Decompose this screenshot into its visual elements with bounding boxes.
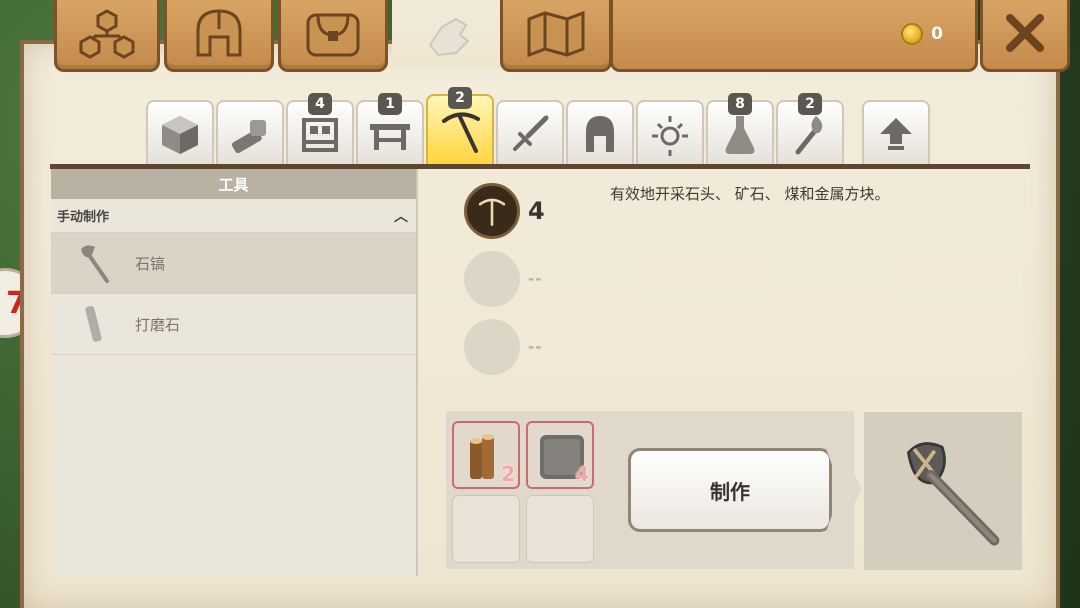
recipe-item-stone-pickaxe[interactable]: 石镐: [51, 233, 416, 294]
category-magic[interactable]: [636, 100, 704, 166]
helmet-icon: [586, 116, 614, 152]
category-badge: 8: [728, 93, 752, 115]
stat-value: 4: [528, 197, 545, 225]
recipe-name: 打磨石: [135, 315, 181, 334]
stat-empty: --: [464, 319, 542, 375]
stat-value: --: [528, 338, 543, 356]
workbench-icon: [370, 124, 410, 150]
tab-skill-tree[interactable]: [54, 0, 160, 72]
category-badge: 2: [798, 93, 822, 115]
pickaxe-stat-icon: [464, 183, 520, 239]
close-icon: [1006, 14, 1044, 52]
ingredient-count: 4: [575, 462, 589, 486]
category-tabs: 4 1 2 8 2: [146, 87, 946, 166]
coin-counter: 0: [901, 23, 943, 45]
recipe-item-whetstone[interactable]: 打磨石: [51, 294, 416, 355]
materials-icon: [231, 120, 266, 154]
section-toggle[interactable]: 手动制作 ︿: [51, 199, 416, 233]
stat-empty: --: [464, 251, 542, 307]
category-upgrades[interactable]: [862, 100, 930, 166]
craft-button[interactable]: 制作: [628, 448, 832, 532]
tab-equipment[interactable]: [164, 0, 274, 72]
skill-tree-icon: [79, 9, 135, 59]
category-badge: 1: [378, 93, 402, 115]
tab-inventory[interactable]: [278, 0, 388, 72]
currency-bar: 0: [610, 0, 978, 72]
backpack-icon: [306, 13, 360, 57]
empty-stat-slot: [464, 251, 520, 307]
top-navigation: 0: [10, 0, 1070, 74]
category-materials[interactable]: [216, 100, 284, 166]
sparkle-icon: [652, 116, 688, 156]
block-icon: [162, 116, 198, 154]
coin-amount: 0: [931, 24, 943, 44]
category-workbench[interactable]: 1: [356, 93, 424, 166]
tab-map[interactable]: [500, 0, 612, 72]
category-weapons[interactable]: [496, 100, 564, 166]
stat-value: --: [528, 270, 543, 288]
category-light[interactable]: 2: [776, 93, 844, 166]
empty-stat-slot: [464, 319, 520, 375]
ingredient-slot[interactable]: 4: [526, 421, 594, 489]
furniture-icon: [302, 118, 338, 152]
stone-pickaxe-icon: [81, 245, 109, 283]
ingredient-count: 2: [501, 462, 515, 486]
section-label: 手动制作: [57, 210, 110, 225]
chevron-up-icon: ︿: [394, 208, 408, 225]
category-furniture[interactable]: 4: [286, 93, 354, 166]
recipe-list-panel: 工具 手动制作 ︿ 石镐 打磨石: [51, 169, 418, 576]
result-preview: [864, 412, 1022, 570]
upgrade-arrow-icon: [880, 118, 912, 150]
stone-pickaxe-icon: [906, 442, 1000, 546]
ingredient-slot[interactable]: 2: [452, 421, 520, 489]
recipe-detail-panel: 4 -- -- 有效地开采石头、 矿石、 煤和金属方块。 2 4 制作: [432, 169, 1030, 576]
category-potions[interactable]: 8: [706, 93, 774, 166]
tab-crafting[interactable]: [392, 0, 502, 72]
pickaxe-icon: [442, 112, 480, 153]
map-icon: [527, 10, 585, 58]
stat-mining-power: 4: [464, 183, 545, 239]
category-badge: 2: [448, 87, 472, 109]
category-badge: 4: [308, 93, 332, 115]
category-tools[interactable]: 2: [426, 87, 494, 166]
item-description: 有效地开采石头、 矿石、 煤和金属方块。: [610, 185, 890, 203]
category-blocks[interactable]: [146, 100, 214, 166]
crafting-hand-icon: [428, 17, 470, 57]
sword-icon: [513, 115, 549, 151]
whetstone-icon: [85, 305, 102, 342]
helmet-icon: [196, 9, 242, 57]
category-armor[interactable]: [566, 100, 634, 166]
torch-icon: [795, 116, 823, 155]
empty-ingredient-slot: [452, 495, 520, 563]
panel-title: 工具: [51, 169, 416, 199]
close-button[interactable]: [980, 0, 1070, 72]
potion-icon: [725, 116, 755, 154]
gold-coin-icon: [901, 23, 924, 45]
recipe-name: 石镐: [135, 254, 166, 273]
empty-ingredient-slot: [526, 495, 594, 563]
